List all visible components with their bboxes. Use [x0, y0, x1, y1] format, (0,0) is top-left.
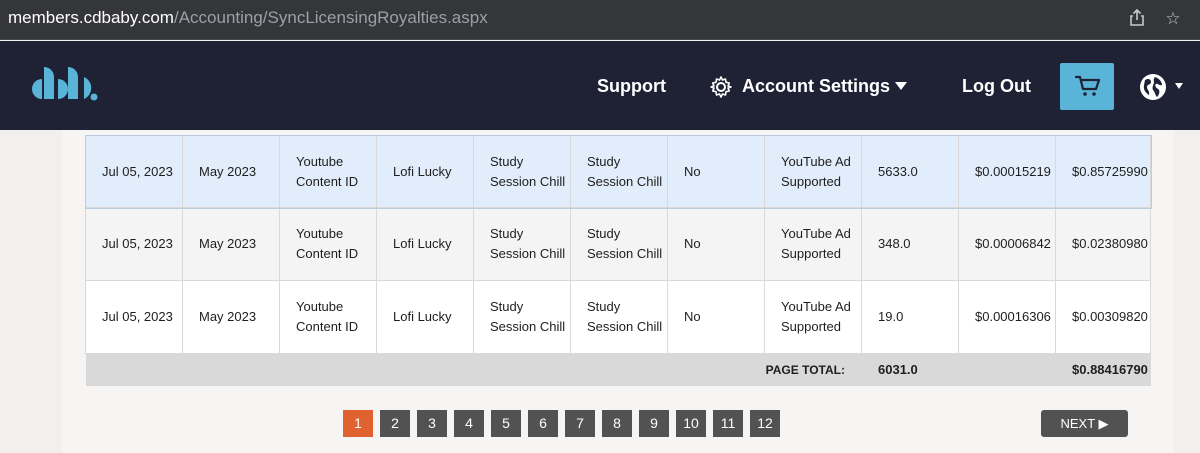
- table-cell: Lofi Lucky: [376, 280, 474, 354]
- table-cell: No: [667, 135, 765, 208]
- table-cell: Study Session Chill: [570, 280, 668, 354]
- page-button-11[interactable]: 11: [713, 410, 743, 437]
- page-button-5[interactable]: 5: [491, 410, 521, 437]
- table-cell: YouTube Ad Supported: [764, 207, 862, 281]
- table-cell: Study Session Chill: [473, 135, 571, 208]
- table-cell: 348.0: [861, 207, 959, 281]
- table-cell: $0.02380980: [1055, 207, 1151, 281]
- logout-link[interactable]: Log Out: [962, 76, 1031, 97]
- table-cell: YouTube Ad Supported: [764, 135, 862, 208]
- page-button-7[interactable]: 7: [565, 410, 595, 437]
- table-row[interactable]: Jul 05, 2023 May 2023 Youtube Content ID Lo…: [84, 134, 1152, 209]
- share-icon[interactable]: [1127, 8, 1147, 29]
- cart-button[interactable]: [1060, 63, 1114, 110]
- url-path: /Accounting/SyncLicensingRoyalties.aspx: [173, 8, 488, 27]
- table-cell: Youtube Content ID: [279, 207, 377, 281]
- table-cell: Youtube Content ID: [279, 280, 377, 354]
- page-button-12[interactable]: 12: [750, 410, 780, 437]
- table-cell: Jul 05, 2023: [85, 207, 183, 281]
- url-host: members.cdbaby.com: [8, 8, 174, 27]
- page-button-8[interactable]: 8: [602, 410, 632, 437]
- table-cell: 19.0: [861, 280, 959, 354]
- bookmark-star-icon[interactable]: ☆: [1163, 9, 1183, 29]
- table-cell: Jul 05, 2023: [85, 280, 183, 354]
- page-total-row: PAGE TOTAL: 6031.0 $0.88416790: [85, 353, 1151, 386]
- browser-address-bar[interactable]: members.cdbaby.com/Accounting/SyncLicens…: [0, 0, 1200, 40]
- page-button-4[interactable]: 4: [454, 410, 484, 437]
- site-header: Support Account Settings Log Out: [0, 41, 1200, 130]
- table-cell: Study Session Chill: [473, 280, 571, 354]
- chevron-down-icon[interactable]: [895, 82, 907, 90]
- table-cell: May 2023: [182, 280, 280, 354]
- table-cell: Lofi Lucky: [376, 207, 474, 281]
- page-button-6[interactable]: 6: [528, 410, 558, 437]
- table-cell: May 2023: [182, 207, 280, 281]
- page-button-2[interactable]: 2: [380, 410, 410, 437]
- page-total-amount: $0.88416790: [1055, 353, 1151, 386]
- pagination: 1 2 3 4 5 6 7 8 9 10 11 12: [343, 410, 780, 437]
- table-body: Jul 05, 2023 May 2023 Youtube Content ID Lo…: [84, 134, 1152, 386]
- next-page-button[interactable]: NEXT ▶: [1041, 410, 1128, 437]
- table-cell: No: [667, 280, 765, 354]
- table-cell: Study Session Chill: [570, 135, 668, 208]
- globe-icon[interactable]: [1139, 73, 1167, 106]
- page-total-quantity: 6031.0: [861, 353, 959, 386]
- table-row[interactable]: Jul 05, 2023 May 2023 Youtube Content ID Lo…: [85, 280, 1151, 354]
- gear-icon[interactable]: [709, 75, 733, 104]
- language-chevron-icon[interactable]: [1175, 83, 1183, 89]
- page-button-10[interactable]: 10: [676, 410, 706, 437]
- table-cell: Study Session Chill: [570, 207, 668, 281]
- cart-icon: [1075, 75, 1101, 96]
- table-cell: May 2023: [182, 135, 280, 208]
- table-cell: Youtube Content ID: [279, 135, 377, 208]
- page-button-3[interactable]: 3: [417, 410, 447, 437]
- table-cell: $0.00016306: [958, 280, 1056, 354]
- table-cell: YouTube Ad Supported: [764, 280, 862, 354]
- account-settings-link[interactable]: Account Settings: [742, 76, 890, 97]
- table-cell: No: [667, 207, 765, 281]
- table-cell: $0.85725990: [1055, 135, 1151, 208]
- table-cell: $0.00309820: [1055, 280, 1151, 354]
- table-cell: 5633.0: [861, 135, 959, 208]
- table-cell: Study Session Chill: [473, 207, 571, 281]
- table-row[interactable]: Jul 05, 2023 May 2023 Youtube Content ID Lo…: [85, 207, 1151, 281]
- url-text[interactable]: members.cdbaby.com/Accounting/SyncLicens…: [8, 8, 488, 28]
- table-cell: $0.00015219: [958, 135, 1056, 208]
- page-button-1[interactable]: 1: [343, 410, 373, 437]
- cdbaby-logo[interactable]: [30, 59, 100, 109]
- royalties-table: Jul 05, 2023 May 2023 Youtube Content ID Lo…: [84, 134, 1152, 386]
- support-link[interactable]: Support: [597, 76, 666, 97]
- page-button-9[interactable]: 9: [639, 410, 669, 437]
- page-total-label: PAGE TOTAL:: [764, 353, 862, 386]
- table-cell: $0.00006842: [958, 207, 1056, 281]
- table-cell: Jul 05, 2023: [85, 135, 183, 208]
- table-cell: Lofi Lucky: [376, 135, 474, 208]
